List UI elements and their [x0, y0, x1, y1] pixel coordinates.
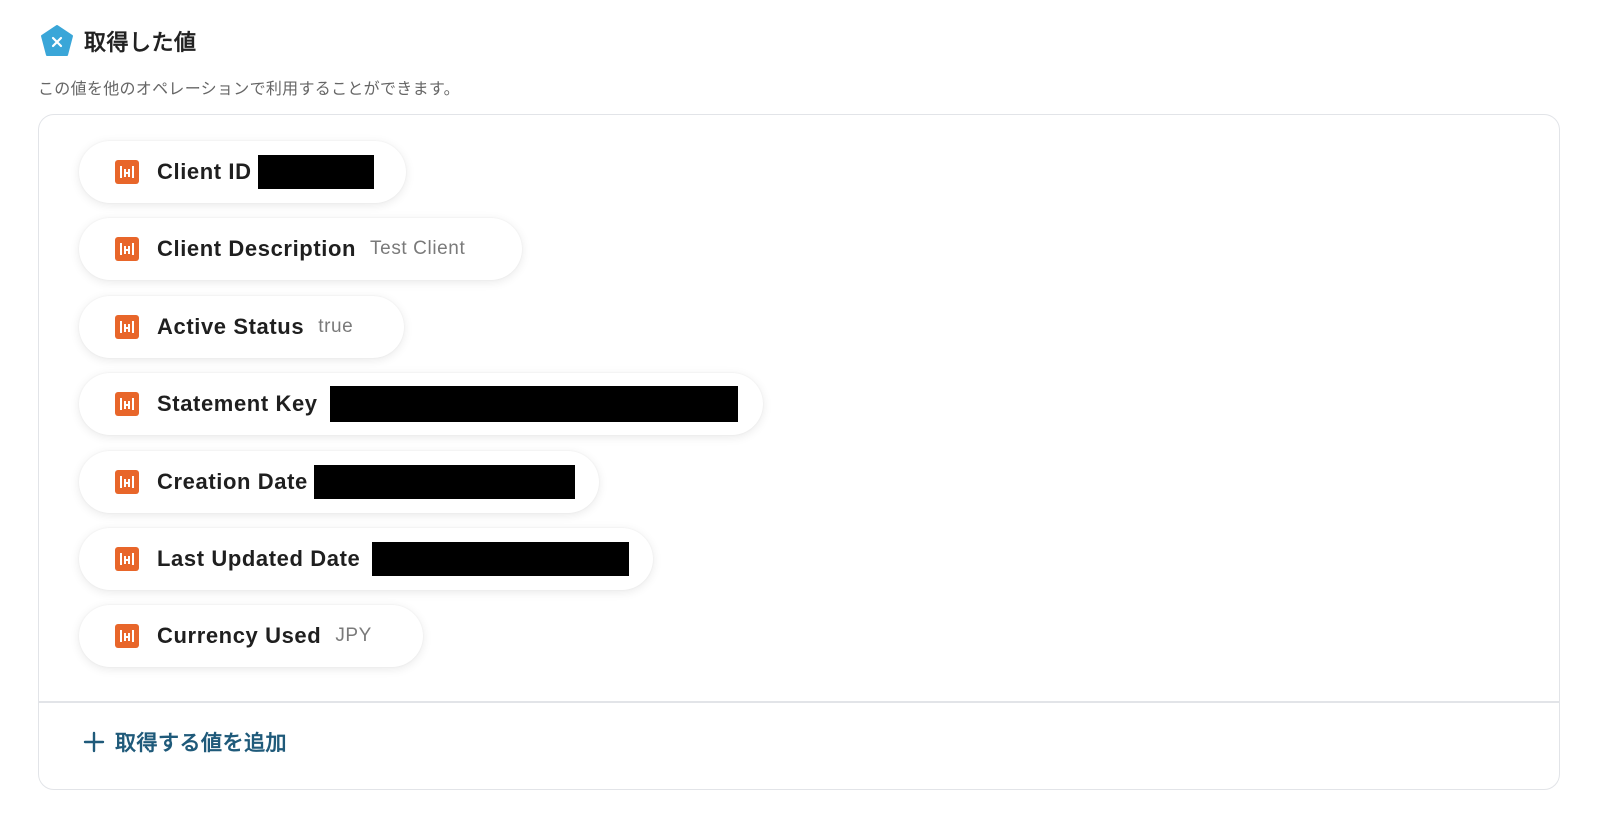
field-label: Currency Used — [157, 623, 322, 648]
field-pill-creation-date[interactable]: Creation Date — [79, 451, 599, 513]
service-logo-icon — [115, 315, 139, 339]
field-label: Creation Date — [157, 469, 308, 494]
service-logo-icon — [115, 392, 139, 416]
field-value: true — [318, 316, 354, 337]
service-logo-icon — [115, 237, 139, 261]
values-panel: Client ID Client Description Test Client… — [38, 114, 1560, 790]
pentagon-x-icon — [41, 25, 73, 56]
panel-divider — [39, 701, 1559, 703]
service-logo-icon — [115, 160, 139, 184]
field-pill-currency-used[interactable]: Currency Used JPY — [79, 605, 423, 667]
field-label: Client Description — [157, 236, 357, 261]
plus-icon — [83, 731, 105, 753]
service-logo-icon — [115, 547, 139, 571]
field-value: JPY — [335, 625, 372, 646]
field-label: Statement Key — [157, 391, 318, 416]
field-label: Client ID — [157, 159, 252, 184]
field-label: Active Status — [157, 314, 305, 339]
section-description: この値を他のオペレーションで利用することができます。 — [38, 81, 460, 98]
service-logo-icon — [115, 470, 139, 494]
field-pill-active-status[interactable]: Active Status true — [79, 296, 404, 358]
redacted-value — [329, 386, 738, 422]
field-pill-client-description[interactable]: Client Description Test Client — [79, 218, 522, 280]
section-title: 取得した値 — [84, 30, 197, 55]
section-header: 取得した値 — [40, 24, 197, 58]
redacted-value — [257, 155, 374, 189]
add-value-label: 取得する値を追加 — [115, 732, 287, 755]
service-logo-icon — [115, 624, 139, 648]
field-pill-statement-key[interactable]: Statement Key — [79, 373, 763, 435]
add-value-button[interactable]: 取得する値を追加 — [83, 727, 287, 757]
page: 取得した値 この値を他のオペレーションで利用することができます。 Client … — [0, 0, 1600, 826]
field-pill-last-updated-date[interactable]: Last Updated Date — [79, 528, 653, 590]
field-value: Test Client — [370, 238, 466, 259]
redacted-value — [313, 465, 575, 499]
field-pill-client-id[interactable]: Client ID — [79, 141, 406, 203]
redacted-value — [372, 542, 629, 576]
field-label: Last Updated Date — [157, 546, 361, 571]
